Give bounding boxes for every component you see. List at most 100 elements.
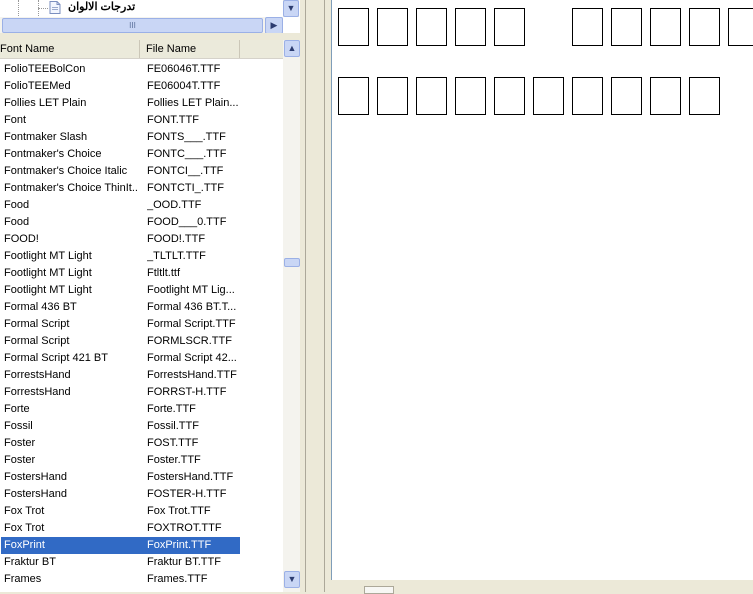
table-row[interactable]: Font FONT.TTF <box>0 112 283 129</box>
scroll-thumb[interactable] <box>284 258 300 267</box>
file-name-cell: Follies LET Plain... <box>147 97 239 109</box>
file-name-cell: FONTCI__.TTF <box>147 165 224 177</box>
table-row[interactable]: FolioTEEBolCon FE06046T.TTF <box>0 61 283 78</box>
font-name-cell: Frames <box>4 573 42 585</box>
font-name-cell: Formal Script <box>4 318 70 330</box>
scroll-down-icon[interactable]: ▼ <box>284 571 300 588</box>
table-row[interactable]: Fontmaker's Choice ThinIt... FONTCTI_.TTF <box>0 180 283 197</box>
font-name-cell: FoxPrint <box>4 539 45 551</box>
table-row[interactable]: Fox Trot Fox Trot.TTF <box>0 503 283 520</box>
scroll-thumb[interactable]: III <box>2 18 263 33</box>
file-name-cell: FONTC___.TTF <box>147 148 227 160</box>
scroll-thumb[interactable] <box>364 586 394 594</box>
glyph-box <box>728 8 753 46</box>
font-name-cell: FOOD! <box>4 233 39 245</box>
file-name-cell: FORMLSCR.TTF <box>147 335 232 347</box>
font-name-cell: FostersHand <box>4 488 67 500</box>
preview-horizontal-scrollbar[interactable] <box>331 580 753 594</box>
font-name-cell: Font <box>4 114 27 126</box>
file-name-cell: FE06004T.TTF <box>147 80 221 92</box>
file-name-cell: Formal 436 BT.T... <box>147 301 237 313</box>
font-name-cell: FolioTEEMed <box>4 80 71 92</box>
tree-item[interactable]: تدرجات الالوان <box>0 0 282 16</box>
table-row[interactable]: FOOD! FOOD!.TTF <box>0 231 283 248</box>
glyph-box <box>416 8 447 46</box>
file-name-cell: _OOD.TTF <box>147 199 202 211</box>
glyph-box <box>338 8 369 46</box>
glyph-box <box>455 77 486 115</box>
file-name-cell: FostersHand.TTF <box>147 471 234 483</box>
glyph-box <box>650 8 681 46</box>
glyph-box <box>611 8 642 46</box>
scroll-up-icon[interactable]: ▲ <box>284 40 300 57</box>
table-row[interactable]: Food FOOD___0.TTF <box>0 214 283 231</box>
table-row[interactable]: Fontmaker's Choice FONTC___.TTF <box>0 146 283 163</box>
table-row[interactable]: ForrestsHand FORRST-H.TTF <box>0 384 283 401</box>
font-name-cell: Foster <box>4 454 36 466</box>
glyph-box <box>611 77 642 115</box>
table-row[interactable]: Fraktur BT Fraktur BT.TTF <box>0 554 283 571</box>
folder-tree[interactable]: تدرجات الالوان ▼ III ▶ <box>0 0 300 33</box>
table-row[interactable]: Fontmaker Slash FONTS___.TTF <box>0 129 283 146</box>
list-header: Font Name File Name <box>0 40 283 59</box>
table-row[interactable]: Formal Script 421 BT Formal Script 42... <box>0 350 283 367</box>
font-name-cell: Formal 436 BT <box>4 301 77 313</box>
glyph-box <box>572 8 603 46</box>
font-name-cell: ForrestsHand <box>4 386 71 398</box>
file-name-cell: Fossil.TTF <box>147 420 199 432</box>
glyph-box <box>416 77 447 115</box>
tree-line <box>38 8 48 9</box>
tree-item-label: تدرجات الالوان <box>68 1 136 13</box>
list-rows: FolioTEEBolCon FE06046T.TTF FolioTEEMed FE0… <box>0 61 283 588</box>
divider <box>305 0 306 592</box>
table-row[interactable]: Formal Script FORMLSCR.TTF <box>0 333 283 350</box>
tree-line <box>18 0 19 16</box>
table-row[interactable]: Frames Frames.TTF <box>0 571 283 588</box>
table-row[interactable]: Foster FOST.TTF <box>0 435 283 452</box>
table-row[interactable]: Foster Foster.TTF <box>0 452 283 469</box>
glyph-box <box>689 8 720 46</box>
tree-vertical-scrollbar[interactable]: ▼ <box>283 0 299 17</box>
column-header-file-name[interactable]: File Name <box>141 40 240 58</box>
file-name-cell: FoxPrint.TTF <box>147 539 212 551</box>
glyph-box <box>338 77 369 115</box>
column-header-font-name[interactable]: Font Name <box>0 40 140 58</box>
file-name-cell: Ftltlt.ttf <box>147 267 180 279</box>
list-vertical-scrollbar[interactable]: ▲ ▼ <box>283 40 300 592</box>
table-row[interactable]: FostersHand FostersHand.TTF <box>0 469 283 486</box>
table-row[interactable]: Formal 436 BT Formal 436 BT.T... <box>0 299 283 316</box>
table-row[interactable]: Footlight MT Light Ftltlt.ttf <box>0 265 283 282</box>
table-row[interactable]: Fontmaker's Choice Italic FONTCI__.TTF <box>0 163 283 180</box>
font-name-cell: Forte <box>4 403 30 415</box>
table-row[interactable]: ForrestsHand ForrestsHand.TTF <box>0 367 283 384</box>
file-name-cell: Forte.TTF <box>147 403 196 415</box>
table-row[interactable]: Fox Trot FOXTROT.TTF <box>0 520 283 537</box>
table-row[interactable]: Forte Forte.TTF <box>0 401 283 418</box>
glyph-box <box>494 77 525 115</box>
table-row[interactable]: Footlight MT Light Footlight MT Lig... <box>0 282 283 299</box>
table-row[interactable]: Footlight MT Light _TLTLT.TTF <box>0 248 283 265</box>
font-name-cell: Fox Trot <box>4 522 45 534</box>
file-name-cell: FOOD___0.TTF <box>147 216 227 228</box>
table-row[interactable]: Food _OOD.TTF <box>0 197 283 214</box>
file-name-cell: Fraktur BT.TTF <box>147 556 221 568</box>
file-name-cell: FONTS___.TTF <box>147 131 226 143</box>
file-name-cell: Fox Trot.TTF <box>147 505 211 517</box>
table-row[interactable]: FolioTEEMed FE06004T.TTF <box>0 78 283 95</box>
font-list[interactable]: Font Name File Name FolioTEEBolCon FE0604… <box>0 40 300 592</box>
table-row[interactable]: FoxPrint FoxPrint.TTF <box>0 537 283 554</box>
glyph-box <box>377 8 408 46</box>
font-name-cell: FostersHand <box>4 471 67 483</box>
table-row[interactable]: Formal Script Formal Script.TTF <box>0 316 283 333</box>
tree-horizontal-scrollbar[interactable]: III ▶ <box>0 17 283 33</box>
table-row[interactable]: Follies LET Plain Follies LET Plain... <box>0 95 283 112</box>
scroll-down-icon[interactable]: ▼ <box>283 0 299 17</box>
table-row[interactable]: Fossil Fossil.TTF <box>0 418 283 435</box>
font-name-cell: Fossil <box>4 420 33 432</box>
file-icon <box>49 1 61 14</box>
scroll-right-icon[interactable]: ▶ <box>265 17 283 33</box>
glyph-box <box>650 77 681 115</box>
file-name-cell: Foster.TTF <box>147 454 201 466</box>
font-name-cell: Food <box>4 216 30 228</box>
table-row[interactable]: FostersHand FOSTER-H.TTF <box>0 486 283 503</box>
